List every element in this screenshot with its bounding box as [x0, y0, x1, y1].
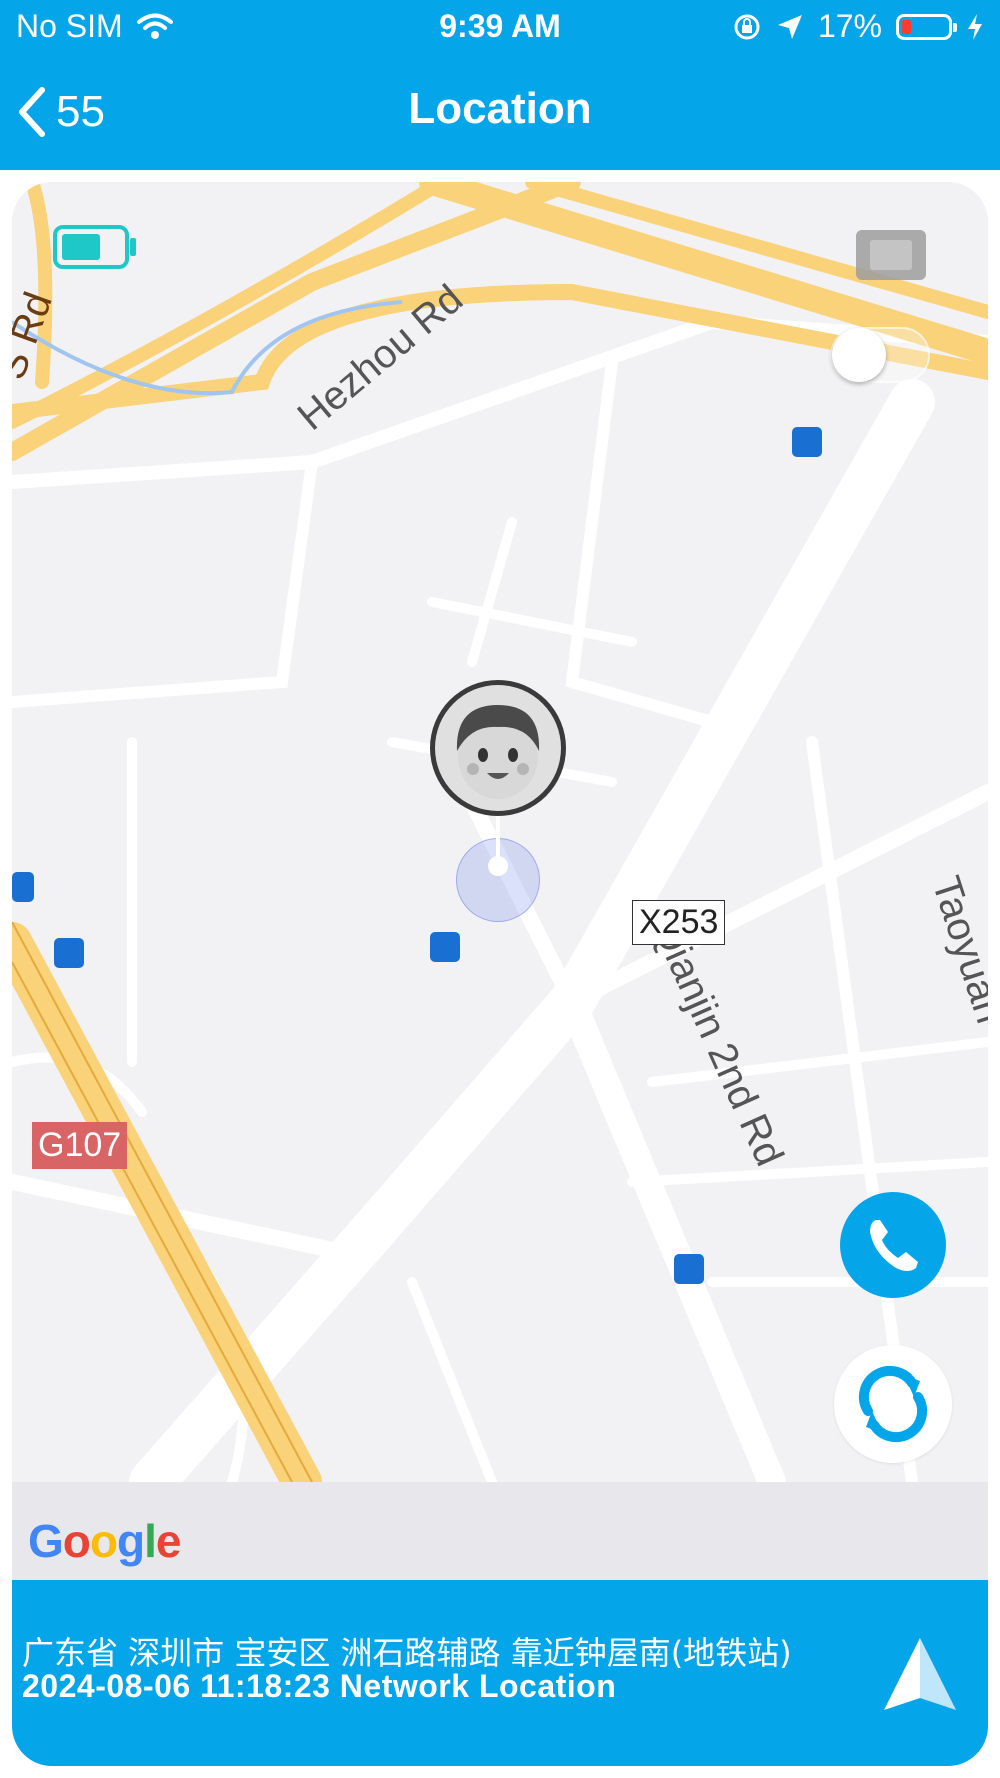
attribution-strip: Google — [12, 1482, 988, 1580]
map-card: Hezhou Rd Qianjin 2nd Rd Taoyuan S Rd X2… — [12, 182, 988, 1766]
orientation-lock-icon — [734, 14, 760, 39]
phone-icon — [870, 1220, 918, 1271]
layers-button[interactable] — [856, 230, 926, 280]
avatar — [435, 685, 561, 811]
navigation-arrow-icon[interactable] — [880, 1634, 960, 1714]
toggle-knob — [832, 328, 886, 382]
map-mode-toggle[interactable] — [830, 327, 930, 383]
top-bar: No SIM 9:39 AM 17% 55 Location — [0, 0, 1000, 170]
google-logo: Google — [28, 1515, 181, 1567]
layers-icon — [870, 240, 912, 270]
status-right: 17% — [732, 8, 984, 45]
location-timestamp: 2024-08-06 11:18:23 Network Location — [22, 1668, 617, 1704]
child-avatar-marker[interactable] — [430, 680, 566, 816]
charging-bolt-icon — [968, 13, 982, 40]
route-shield-g107: G107 — [32, 1122, 128, 1169]
call-button[interactable] — [840, 1192, 946, 1298]
boy-face-icon — [456, 705, 540, 799]
location-dot — [488, 856, 508, 876]
battery-percent: 17% — [817, 8, 882, 44]
location-services-icon — [777, 14, 802, 39]
page-title: Location — [408, 84, 592, 133]
refresh-button[interactable] — [834, 1345, 952, 1463]
location-info-panel: 广东省 深圳市 宝安区 洲石路辅路 靠近钟屋南(地铁站) 2024-08-06 … — [12, 1580, 988, 1766]
device-battery-icon — [53, 225, 136, 269]
battery-level — [902, 19, 911, 34]
battery-icon — [896, 13, 957, 40]
route-shield-x253: X253 — [632, 900, 726, 945]
refresh-icon — [858, 1365, 928, 1443]
